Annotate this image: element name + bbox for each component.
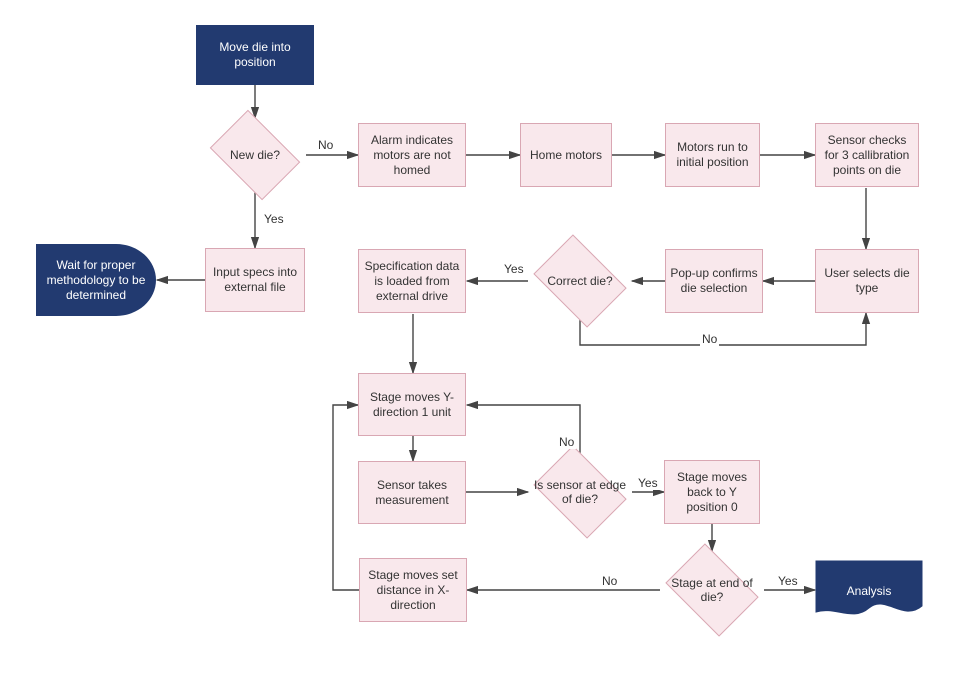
node-sensor-edge: Is sensor at edge of die? <box>528 453 632 531</box>
node-stage-y1: Stage moves Y-direction 1 unit <box>358 373 466 436</box>
node-spec-loaded: Specification data is loaded from extern… <box>358 249 466 313</box>
edge-sensor-edge-no: No <box>557 435 576 449</box>
node-popup-confirm: Pop-up confirms die selection <box>665 249 763 313</box>
edge-new-die-no: No <box>316 138 335 152</box>
node-alarm: Alarm indicates motors are not homed <box>358 123 466 187</box>
node-home-motors: Home motors <box>520 123 612 187</box>
edge-correct-die-no: No <box>700 332 719 346</box>
edge-stage-end-yes: Yes <box>776 574 800 588</box>
node-stage-back-y0-label: Stage moves back to Y position 0 <box>669 470 755 515</box>
node-user-selects-label: User selects die type <box>820 266 914 296</box>
node-user-selects: User selects die type <box>815 249 919 313</box>
flowchart-canvas: Move die into position New die? Alarm in… <box>0 0 963 677</box>
node-analysis: Analysis <box>815 560 923 622</box>
node-wait-method: Wait for proper methodology to be determ… <box>36 244 156 316</box>
node-alarm-label: Alarm indicates motors are not homed <box>363 133 461 178</box>
node-input-specs: Input specs into external file <box>205 248 305 312</box>
node-start-label: Move die into position <box>201 40 309 70</box>
node-start: Move die into position <box>196 25 314 85</box>
node-spec-loaded-label: Specification data is loaded from extern… <box>363 259 461 304</box>
node-analysis-label: Analysis <box>847 584 892 598</box>
node-stage-x-label: Stage moves set distance in X-direction <box>364 568 462 613</box>
node-new-die: New die? <box>204 118 306 192</box>
node-stage-x: Stage moves set distance in X-direction <box>359 558 467 622</box>
edge-stage-end-no: No <box>600 574 619 588</box>
node-stage-end: Stage at end of die? <box>660 551 764 629</box>
node-sensor-3cal-label: Sensor checks for 3 callibration points … <box>820 133 914 178</box>
node-stage-back-y0: Stage moves back to Y position 0 <box>664 460 760 524</box>
node-popup-confirm-label: Pop-up confirms die selection <box>670 266 758 296</box>
node-stage-y1-label: Stage moves Y-direction 1 unit <box>363 390 461 420</box>
node-sensor-meas: Sensor takes measurement <box>358 461 466 524</box>
node-home-motors-label: Home motors <box>530 148 602 163</box>
edge-sensor-edge-yes: Yes <box>636 476 660 490</box>
node-motors-initial-label: Motors run to initial position <box>670 140 755 170</box>
node-sensor-meas-label: Sensor takes measurement <box>363 478 461 508</box>
node-input-specs-label: Input specs into external file <box>210 265 300 295</box>
node-sensor-3cal: Sensor checks for 3 callibration points … <box>815 123 919 187</box>
edge-new-die-yes: Yes <box>262 212 286 226</box>
edge-correct-die-yes: Yes <box>502 262 526 276</box>
node-wait-method-label: Wait for proper methodology to be determ… <box>41 258 151 303</box>
node-motors-initial: Motors run to initial position <box>665 123 760 187</box>
node-correct-die: Correct die? <box>528 242 632 320</box>
